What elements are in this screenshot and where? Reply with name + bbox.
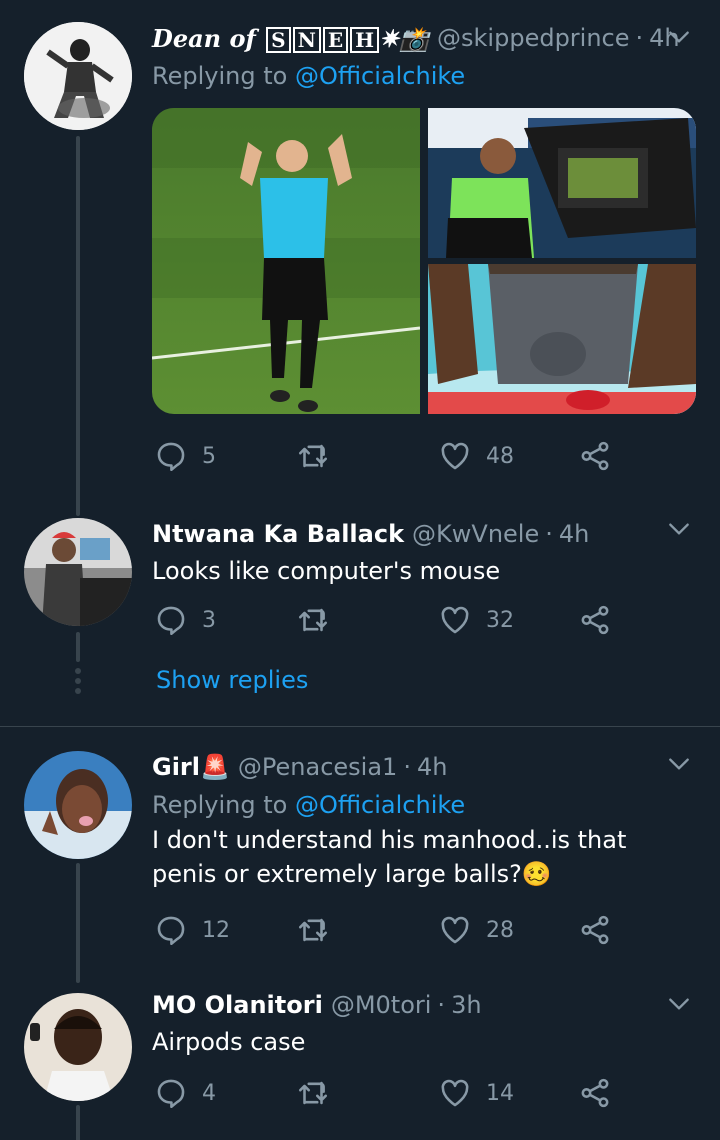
retweet-icon (298, 1081, 328, 1105)
display-name-emoji: ✷📸 (379, 23, 430, 53)
retweet-button[interactable] (296, 436, 344, 476)
separator-dot: · (437, 991, 446, 1019)
share-icon (581, 1078, 609, 1108)
replying-to-label: Replying to (152, 791, 288, 819)
like-icon (441, 1079, 469, 1107)
replying-to-label: Replying to (152, 62, 288, 90)
display-name-text: Girl (152, 753, 200, 781)
replying-to-mention[interactable]: @Officialchike (295, 791, 465, 819)
avatar[interactable] (24, 518, 132, 626)
media-image-pool[interactable] (428, 264, 696, 414)
show-replies-link[interactable]: Show replies (156, 666, 308, 694)
tweet-actions: 5 48 (152, 436, 622, 476)
share-button[interactable] (578, 1073, 612, 1113)
media-image-referee[interactable] (152, 108, 420, 414)
tweet-actions: 4 14 (152, 1073, 622, 1113)
tweet-actions: 12 28 (152, 910, 622, 950)
chevron-down-icon[interactable] (666, 24, 692, 50)
like-count: 28 (486, 917, 514, 943)
retweet-icon (298, 918, 328, 942)
separator-dot: · (635, 24, 644, 52)
tweet-actions: 3 32 (152, 600, 622, 640)
reply-count: 4 (202, 1080, 216, 1106)
retweet-button[interactable] (296, 910, 344, 950)
retweet-button[interactable] (296, 600, 344, 640)
like-icon (441, 606, 469, 634)
handle[interactable]: @M0tori (331, 991, 432, 1019)
display-name[interactable]: Dean of S N E H ✷📸 (152, 24, 429, 53)
replying-to: Replying to @Officialchike (152, 58, 690, 94)
display-name-letter: S (266, 26, 291, 53)
share-button[interactable] (578, 436, 612, 476)
display-name-letter: N (292, 26, 321, 53)
media-grid[interactable] (152, 108, 696, 414)
avatar[interactable] (24, 993, 132, 1101)
siren-icon: 🚨 (200, 753, 230, 781)
more-replies-dots (74, 668, 82, 698)
timeline: Dean of S N E H ✷📸 @skippedprince · 4h Reply… (0, 0, 720, 1140)
reply-button[interactable]: 12 (154, 910, 230, 950)
chevron-down-icon[interactable] (666, 751, 692, 777)
like-count: 48 (486, 443, 514, 469)
timestamp[interactable]: 4h (559, 520, 589, 548)
handle[interactable]: @Penacesia1 (238, 753, 397, 781)
share-icon (581, 605, 609, 635)
reply-count: 5 (202, 443, 216, 469)
chevron-down-icon[interactable] (666, 991, 692, 1017)
retweet-icon (298, 444, 328, 468)
share-icon (581, 915, 609, 945)
like-button[interactable]: 14 (438, 1073, 514, 1113)
tweet[interactable]: Ntwana Ka Ballack @KwVnele · 4h Looks li… (0, 500, 720, 725)
handle[interactable]: @skippedprince (437, 24, 629, 52)
display-name[interactable]: Girl🚨 (152, 753, 230, 781)
like-count: 14 (486, 1080, 514, 1106)
handle[interactable]: @KwVnele (412, 520, 539, 548)
separator-dot: · (545, 520, 553, 548)
avatar[interactable] (24, 22, 132, 130)
chevron-down-icon[interactable] (666, 516, 692, 542)
reply-icon (157, 916, 185, 946)
reply-icon (157, 606, 185, 636)
like-count: 32 (486, 607, 514, 633)
like-button[interactable]: 28 (438, 910, 514, 950)
retweet-button[interactable] (296, 1073, 344, 1113)
tweet[interactable]: MO Olanitori @M0tori · 3h Airpods case 4… (0, 977, 720, 1140)
reply-icon (157, 1079, 185, 1109)
separator-dot: · (403, 753, 411, 781)
reply-button[interactable]: 3 (154, 600, 216, 640)
thread-line (76, 1105, 80, 1140)
display-name-text: Dean of (152, 23, 256, 53)
display-name[interactable]: Ntwana Ka Ballack (152, 520, 404, 548)
retweet-icon (298, 608, 328, 632)
tweet-text: Airpods case (152, 1028, 306, 1056)
share-button[interactable] (578, 600, 612, 640)
tweet[interactable]: Girl🚨 @Penacesia1 · 4h Replying to @Offi… (0, 727, 720, 983)
reply-count: 3 (202, 607, 216, 633)
display-name[interactable]: MO Olanitori (152, 991, 323, 1019)
replying-to: Replying to @Officialchike (152, 787, 690, 823)
share-button[interactable] (578, 910, 612, 950)
replying-to-mention[interactable]: @Officialchike (295, 62, 465, 90)
share-icon (581, 441, 609, 471)
media-image-var-monitor[interactable] (428, 108, 696, 258)
like-icon (441, 442, 469, 470)
reply-button[interactable]: 5 (154, 436, 216, 476)
thread-line (76, 136, 80, 516)
reply-icon (157, 442, 185, 472)
tweet-text: Looks like computer's mouse (152, 557, 501, 585)
tweet-text: I don't understand his manhood..is that … (152, 826, 627, 888)
display-name-letter: E (322, 26, 349, 53)
avatar[interactable] (24, 751, 132, 859)
thread-line (76, 863, 80, 983)
tweet[interactable]: Dean of S N E H ✷📸 @skippedprince · 4h Reply… (0, 0, 720, 516)
thread-line (76, 632, 80, 662)
timestamp[interactable]: 4h (417, 753, 447, 781)
timestamp[interactable]: 3h (451, 991, 481, 1019)
display-name-letter: H (350, 26, 380, 53)
like-icon (441, 916, 469, 944)
reply-count: 12 (202, 917, 230, 943)
like-button[interactable]: 48 (438, 436, 514, 476)
like-button[interactable]: 32 (438, 600, 514, 640)
reply-button[interactable]: 4 (154, 1073, 216, 1113)
